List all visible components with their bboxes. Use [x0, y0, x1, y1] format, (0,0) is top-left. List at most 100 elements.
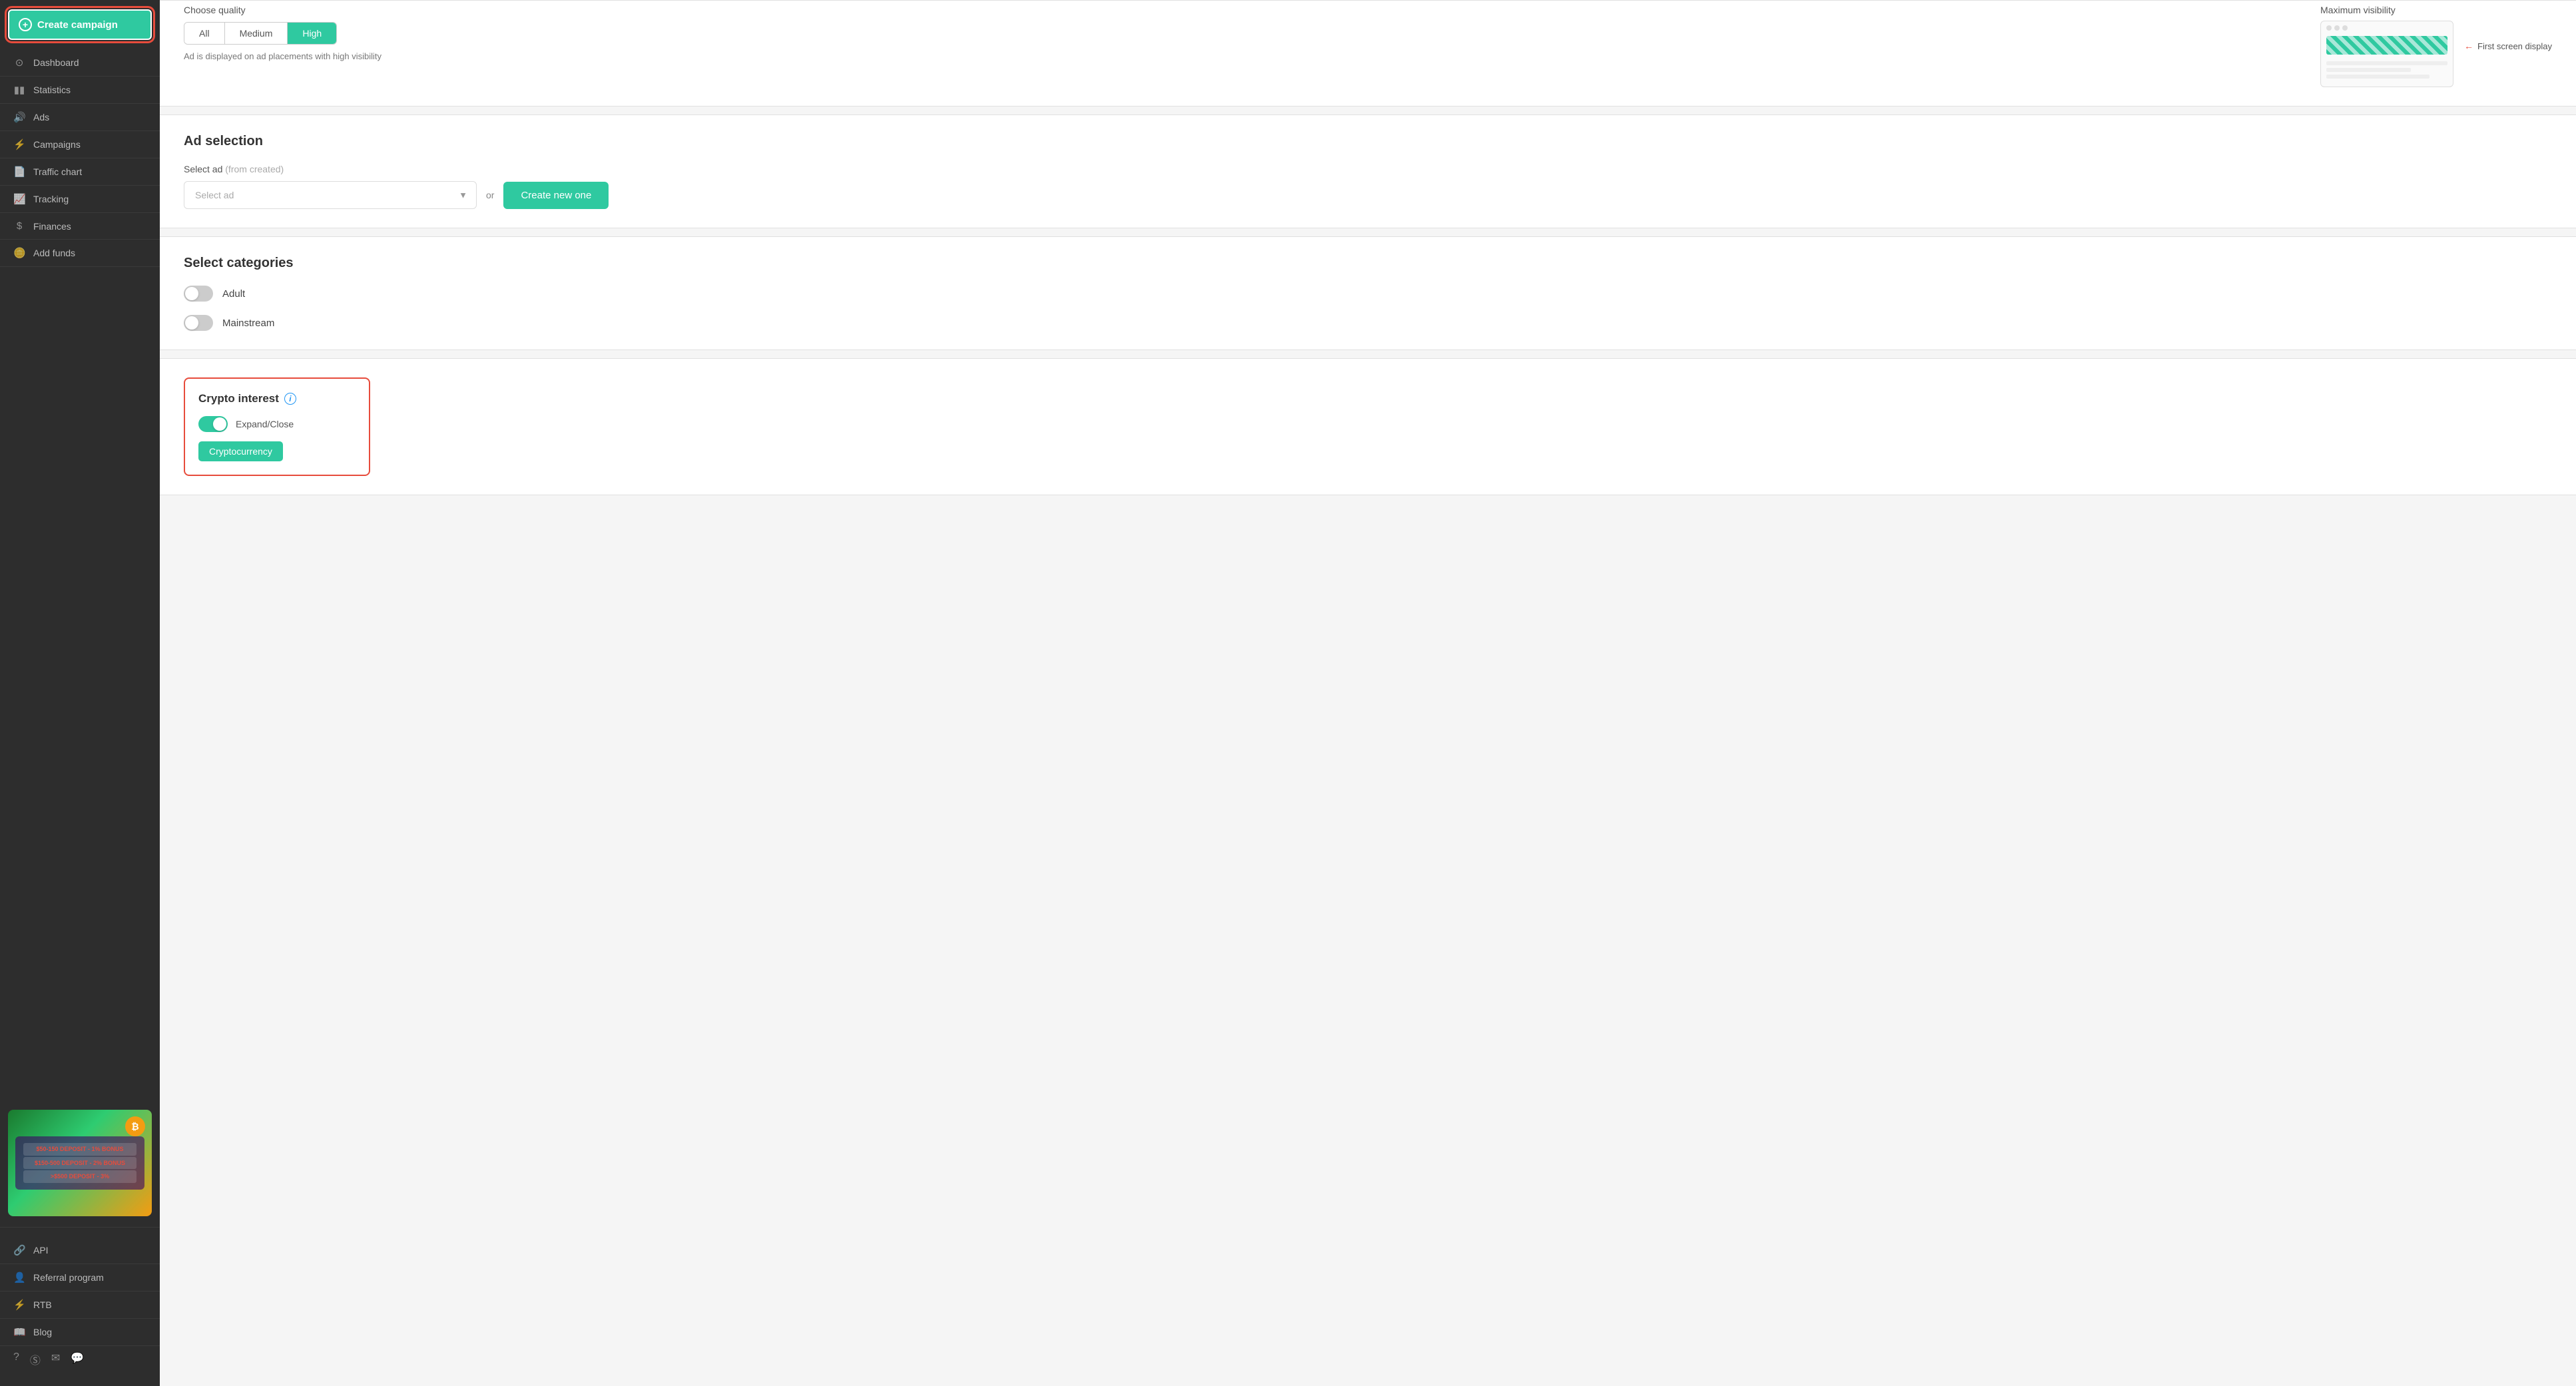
sidebar-item-label: Blog [33, 1327, 52, 1337]
sidebar-item-add-funds[interactable]: 🪙 Add funds [0, 240, 160, 267]
vis-dot-3 [2342, 25, 2348, 31]
tracking-icon: 📈 [13, 193, 25, 205]
quality-btn-medium[interactable]: Medium [225, 23, 288, 44]
crypto-toggle-row: Expand/Close [198, 416, 356, 432]
max-visibility-label: Maximum visibility [2320, 5, 2453, 15]
sidebar-nav: ⊙ Dashboard ▮▮ Statistics 🔊 Ads ⚡ Campai… [0, 49, 160, 1102]
or-text: or [486, 190, 494, 200]
category-row-mainstream: Mainstream [184, 315, 2552, 331]
traffic-quality-section: Choose quality All Medium High Ad is dis… [160, 0, 2576, 107]
choose-quality-label: Choose quality [184, 5, 382, 15]
sidebar-footer-icons: ? Ⓢ ✉ 💬 [0, 1346, 160, 1373]
sidebar-item-statistics[interactable]: ▮▮ Statistics [0, 77, 160, 104]
select-ad-dropdown[interactable]: Select ad [184, 181, 477, 209]
quality-btn-high[interactable]: High [288, 23, 336, 44]
mainstream-label: Mainstream [222, 318, 274, 329]
api-icon: 🔗 [13, 1244, 25, 1256]
sidebar-item-traffic-chart[interactable]: 📄 Traffic chart [0, 158, 160, 186]
bitcoin-icon: ₿ [125, 1116, 145, 1136]
vis-line-1 [2326, 61, 2447, 65]
max-visibility-container: Maximum visibility [2320, 5, 2453, 87]
vis-line-2 [2326, 68, 2411, 72]
sidebar-item-api[interactable]: 🔗 API [0, 1237, 160, 1264]
crypto-interest-section: Crypto interest i Expand/Close Cryptocur… [160, 358, 2576, 495]
sidebar-item-ads[interactable]: 🔊 Ads [0, 104, 160, 131]
main-content: Choose quality All Medium High Ad is dis… [160, 0, 2576, 1386]
sidebar-item-label: Add funds [33, 248, 75, 258]
select-ad-wrapper: Select ad ▼ [184, 181, 477, 209]
sidebar-item-label: Statistics [33, 85, 71, 95]
vis-dot-1 [2326, 25, 2332, 31]
mainstream-toggle[interactable] [184, 315, 213, 331]
sidebar-item-label: Dashboard [33, 57, 79, 68]
crypto-expand-toggle[interactable] [198, 416, 228, 432]
toggle-thumb [185, 316, 198, 330]
info-icon[interactable]: i [284, 393, 296, 405]
banner-row-1: $50-150 DEPOSIT - 1% BONUS [23, 1143, 136, 1155]
toggle-thumb [185, 287, 198, 300]
sidebar-bottom: 🔗 API 👤 Referral program ⚡ RTB 📖 Blog ? … [0, 1230, 160, 1386]
category-row-adult: Adult [184, 286, 2552, 302]
adult-toggle[interactable] [184, 286, 213, 302]
sidebar-item-campaigns[interactable]: ⚡ Campaigns [0, 131, 160, 158]
sidebar-item-label: Tracking [33, 194, 69, 204]
from-created-label: (from created) [225, 164, 284, 174]
ad-selection-row: Select ad ▼ or Create new one [184, 181, 2552, 209]
support-icon[interactable]: Ⓢ [30, 1351, 41, 1367]
cryptocurrency-tag[interactable]: Cryptocurrency [198, 441, 283, 461]
sidebar: + Create campaign ⊙ Dashboard ▮▮ Statist… [0, 0, 160, 1386]
vis-line-3 [2326, 75, 2430, 79]
chat-icon[interactable]: 💬 [71, 1351, 84, 1367]
adult-label: Adult [222, 288, 245, 300]
traffic-quality-right: Maximum visibility [2320, 5, 2552, 87]
sidebar-item-blog[interactable]: 📖 Blog [0, 1319, 160, 1346]
create-new-button[interactable]: Create new one [503, 182, 609, 209]
vis-dot-2 [2334, 25, 2340, 31]
create-campaign-label: Create campaign [37, 19, 118, 31]
mail-icon[interactable]: ✉ [51, 1351, 60, 1367]
arrow-left-icon: ← [2464, 41, 2473, 51]
sidebar-item-tracking[interactable]: 📈 Tracking [0, 186, 160, 213]
quality-buttons: All Medium High [184, 22, 337, 45]
traffic-quality-left: Choose quality All Medium High Ad is dis… [184, 5, 382, 61]
quality-btn-all[interactable]: All [184, 23, 225, 44]
sidebar-banner: ₿ $50-150 DEPOSIT - 1% BONUS $150-500 DE… [8, 1110, 152, 1216]
create-campaign-icon: + [19, 18, 32, 31]
sidebar-item-label: Finances [33, 221, 71, 232]
vis-lines [2321, 59, 2453, 87]
help-icon[interactable]: ? [13, 1351, 19, 1367]
create-campaign-button[interactable]: + Create campaign [8, 9, 152, 40]
campaigns-icon: ⚡ [13, 138, 25, 150]
crypto-expand-label: Expand/Close [236, 419, 294, 429]
crypto-title: Crypto interest [198, 392, 279, 405]
select-categories-title: Select categories [184, 256, 2552, 271]
sidebar-item-label: Traffic chart [33, 166, 82, 177]
blog-icon: 📖 [13, 1326, 25, 1338]
ad-selection-title: Ad selection [184, 134, 2552, 149]
sidebar-item-dashboard[interactable]: ⊙ Dashboard [0, 49, 160, 77]
categories-list: Adult Mainstream [184, 286, 2552, 331]
vis-dots [2321, 21, 2453, 35]
sidebar-item-label: Campaigns [33, 139, 81, 150]
sidebar-item-referral[interactable]: 👤 Referral program [0, 1264, 160, 1291]
banner-row-2: $150-500 DEPOSIT - 2% BONUS [23, 1157, 136, 1169]
select-ad-label: Select ad (from created) [184, 164, 2552, 174]
sidebar-item-label: RTB [33, 1299, 52, 1310]
traffic-chart-icon: 📄 [13, 166, 25, 178]
sidebar-item-finances[interactable]: $ Finances [0, 213, 160, 240]
toggle-thumb [213, 417, 226, 431]
ads-icon: 🔊 [13, 111, 25, 123]
finances-icon: $ [13, 220, 25, 232]
ad-selection-section: Ad selection Select ad (from created) Se… [160, 115, 2576, 228]
dashboard-icon: ⊙ [13, 57, 25, 69]
sidebar-item-rtb[interactable]: ⚡ RTB [0, 1291, 160, 1319]
sidebar-item-label: Referral program [33, 1272, 104, 1283]
crypto-title-row: Crypto interest i [198, 392, 356, 405]
statistics-icon: ▮▮ [13, 84, 25, 96]
quality-hint: Ad is displayed on ad placements with hi… [184, 51, 382, 61]
visibility-card [2320, 21, 2453, 87]
rtb-icon: ⚡ [13, 1299, 25, 1311]
traffic-quality-top: Choose quality All Medium High Ad is dis… [184, 5, 2552, 87]
banner-content: $50-150 DEPOSIT - 1% BONUS $150-500 DEPO… [15, 1136, 144, 1189]
sidebar-item-label: Ads [33, 112, 49, 122]
